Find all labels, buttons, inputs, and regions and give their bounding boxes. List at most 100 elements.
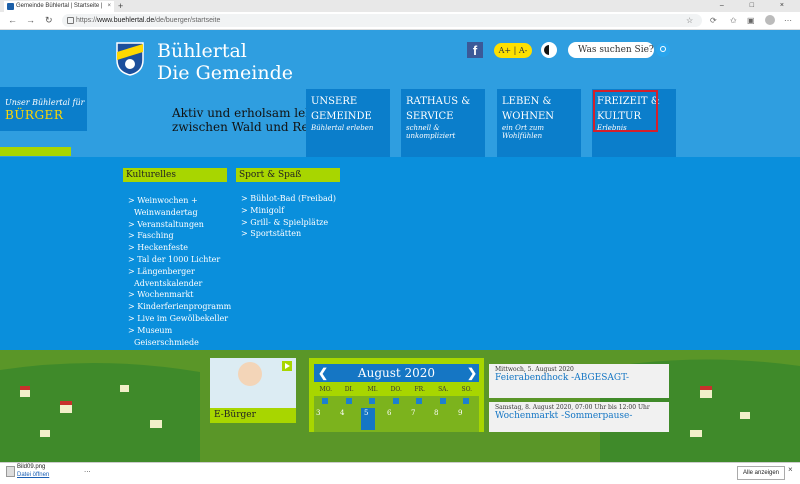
weekday: DI. [344, 386, 354, 393]
more-menu-icon[interactable]: ⋯ [784, 14, 792, 27]
facebook-icon[interactable]: f [467, 42, 483, 58]
url-path: /de/buerger/startseite [154, 17, 221, 24]
calendar-month: August 2020 [314, 364, 479, 382]
link-weinwandertag[interactable]: Weinwandertag [128, 207, 231, 219]
search-icon[interactable] [656, 43, 670, 57]
link-wochenmarkt[interactable]: > Wochenmarkt [128, 289, 231, 301]
weekday: MI. [367, 386, 378, 393]
buerger-line2: BÜRGER [5, 108, 64, 122]
link-veranstaltungen[interactable]: > Veranstaltungen [128, 219, 231, 231]
link-weinwochen[interactable]: > Weinwochen + [128, 195, 231, 207]
link-fasching[interactable]: > Fasching [128, 230, 231, 242]
list-sport: > Bühlot-Bad (Freibad) > Minigolf > Gril… [241, 193, 336, 240]
event-title[interactable]: Feierabendhock -ABGESAGT- [495, 373, 663, 383]
star-icon[interactable]: ☆ [686, 14, 693, 27]
collections-icon[interactable]: ▣ [747, 14, 755, 27]
open-file-link[interactable]: Datei öffnen [17, 472, 49, 478]
buerger-badge[interactable]: Unser Bühlertal für BÜRGER [0, 87, 87, 131]
calendar-day[interactable]: 5 [364, 409, 368, 417]
link-buehlot-bad[interactable]: > Bühlot-Bad (Freibad) [241, 193, 336, 205]
person-image [238, 362, 262, 386]
calendar-day[interactable]: 9 [458, 409, 462, 417]
download-more-icon[interactable]: ... [84, 465, 91, 474]
calendar-day-marker [369, 398, 375, 404]
nav-title: RATHAUS & [406, 96, 471, 107]
tab-title: Gemeinde Bühlertal | Startseite | [16, 3, 103, 9]
address-bar[interactable]: https://www.buehlertal.de/de/buerger/sta… [62, 14, 702, 27]
download-filename[interactable]: Bild09.png [17, 464, 45, 470]
nav-title: SERVICE [406, 111, 454, 122]
calendar-weekdays: MO. DI. MI. DO. FR. SA. SO. [314, 386, 479, 393]
site-name[interactable]: Bühlertal Die Gemeinde [157, 40, 293, 84]
calendar-day[interactable]: 6 [387, 409, 391, 417]
heading-kulturelles: Kulturelles [123, 168, 227, 182]
calendar-day[interactable]: 8 [434, 409, 438, 417]
browser-tab[interactable]: Gemeinde Bühlertal | Startseite | × [4, 1, 114, 12]
show-all-button[interactable]: Alle anzeigen [737, 466, 785, 480]
nav-title: UNSERE [311, 96, 358, 107]
link-kinderferienprogramm[interactable]: > Kinderferienprogramm [128, 301, 231, 313]
calendar-day-marker [393, 398, 399, 404]
site-name-line2: Die Gemeinde [157, 62, 293, 84]
weekday: DO. [390, 386, 402, 393]
link-museum[interactable]: > Museum [128, 325, 231, 337]
font-size-toggle[interactable]: A+ | A- [494, 43, 532, 58]
favorites-icon[interactable]: ✩ [730, 14, 737, 27]
ebuerger-link[interactable]: E-Bürger [210, 408, 296, 423]
link-sportstaetten[interactable]: > Sportstätten [241, 228, 336, 240]
nav-leben-wohnen[interactable]: LEBEN & WOHNEN ein Ort zum Wohlfühlen [497, 89, 581, 157]
link-tal-der-1000-lichter[interactable]: > Tal der 1000 Lichter [128, 254, 231, 266]
link-grill-spielplaetze[interactable]: > Grill- & Spielplätze [241, 217, 336, 229]
nav-unsere-gemeinde[interactable]: UNSERE GEMEINDE Bühlertal erleben [306, 89, 390, 157]
link-adventskalender[interactable]: Adventskalender [128, 278, 231, 290]
sync-icon[interactable]: ⟳ [710, 14, 717, 27]
calendar-day[interactable]: 3 [316, 409, 320, 417]
link-laengenberger[interactable]: > Längenberger [128, 266, 231, 278]
link-minigolf[interactable]: > Minigolf [241, 205, 336, 217]
calendar-day-marker [416, 398, 422, 404]
event-date: Mittwoch, 5. August 2020 [495, 366, 574, 373]
calendar-day[interactable]: 7 [411, 409, 415, 417]
tab-close-icon[interactable]: × [107, 1, 111, 12]
calendar-day-marker [440, 398, 446, 404]
back-icon[interactable]: ← [8, 12, 17, 29]
window-controls[interactable]: – □ × [720, 0, 796, 12]
list-kulturelles: > Weinwochen + Weinwandertag > Veranstal… [128, 195, 231, 348]
weekday: FR. [414, 386, 426, 393]
weekday: MO. [319, 386, 333, 393]
nav-title: WOHNEN [502, 111, 554, 122]
download-bar [0, 462, 800, 484]
nav-subtitle: schnell & unkompliziert [406, 124, 456, 140]
calendar-day[interactable]: 4 [340, 409, 344, 417]
calendar-next-icon[interactable]: ❯ [467, 364, 477, 382]
event-title[interactable]: Wochenmarkt -Sommerpause- [495, 411, 663, 421]
contrast-icon[interactable] [541, 42, 557, 58]
nav-rathaus-service[interactable]: RATHAUS & SERVICE schnell & unkomplizier… [401, 89, 485, 157]
event-date: Samstag, 8. August 2020, 07:00 Uhr bis 1… [495, 404, 650, 411]
calendar-prev-icon[interactable]: ❮ [318, 364, 328, 382]
favicon-icon [7, 3, 14, 10]
close-download-bar-icon[interactable]: × [788, 465, 793, 474]
link-geiserschmiede[interactable]: Geiserschmiede [128, 337, 231, 349]
calendar-grid: 3 4 5 6 7 8 9 [314, 396, 479, 432]
event-card[interactable]: Mittwoch, 5. August 2020 Feierabendhock … [489, 364, 669, 398]
forward-icon[interactable]: → [26, 12, 35, 29]
site-name-line1: Bühlertal [157, 40, 247, 62]
highlight-frame [593, 90, 658, 132]
reload-icon[interactable]: ↻ [45, 12, 53, 29]
buerger-line1: Unser Bühlertal für [5, 98, 85, 107]
url-domain: www.buehlertal.de [97, 17, 155, 24]
link-live-im-gewoelbekeller[interactable]: > Live im Gewölbekeller [128, 313, 231, 325]
link-heckenfeste[interactable]: > Heckenfeste [128, 242, 231, 254]
nav-subtitle: Bühlertal erleben [311, 124, 374, 132]
search-input[interactable]: Was suchen Sie? [568, 42, 654, 58]
event-card[interactable]: Samstag, 8. August 2020, 07:00 Uhr bis 1… [489, 402, 669, 432]
coat-of-arms-icon[interactable] [116, 42, 144, 76]
weekday: SO. [461, 386, 473, 393]
profile-avatar[interactable] [765, 15, 775, 25]
play-icon[interactable] [282, 361, 292, 371]
heading-sport-spass: Sport & Spaß [236, 168, 340, 182]
new-tab-button[interactable]: + [118, 0, 123, 12]
calendar-day-marker [463, 398, 469, 404]
green-accent-strip [0, 147, 71, 156]
